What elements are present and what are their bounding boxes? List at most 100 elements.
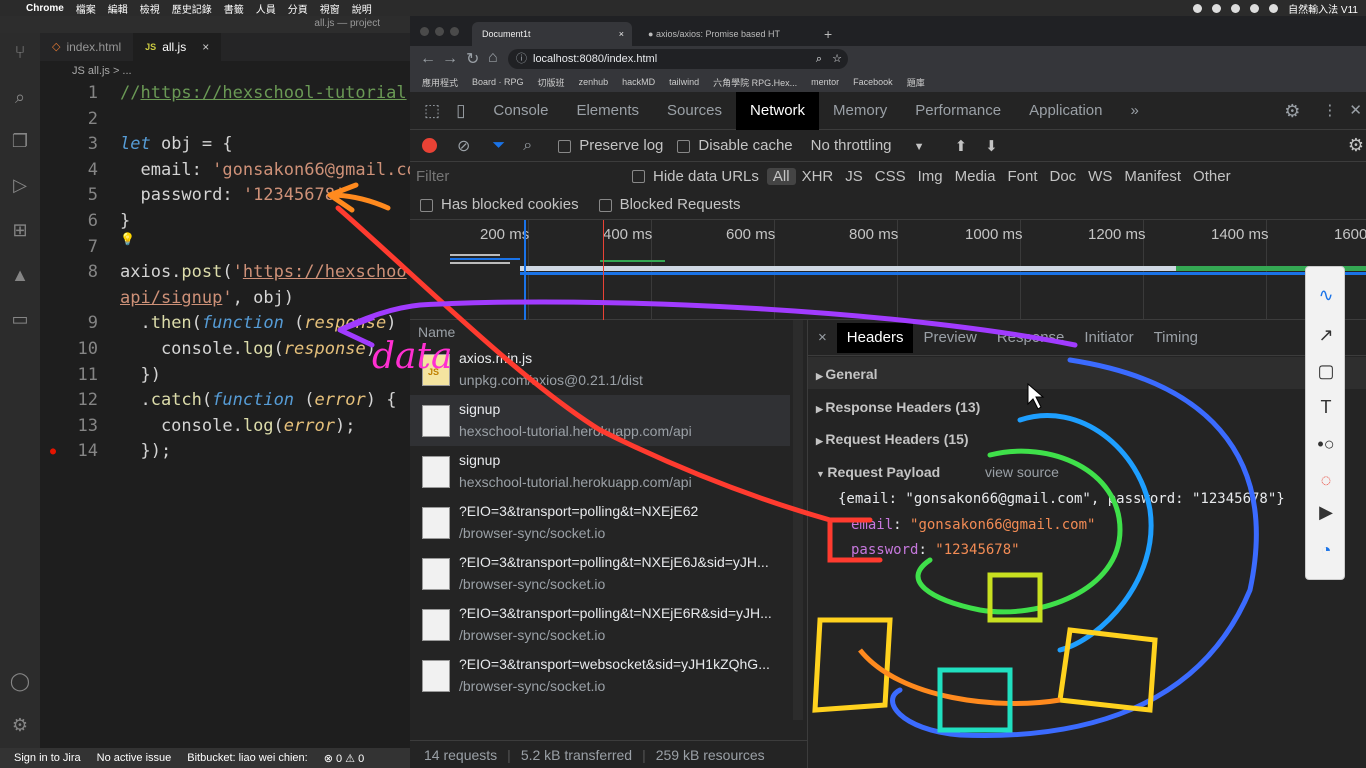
filter-media[interactable]: Media bbox=[949, 168, 1002, 185]
forward-icon[interactable]: → bbox=[442, 50, 458, 68]
close-devtools-icon[interactable]: ✕ bbox=[1345, 92, 1366, 130]
tab-all-js[interactable]: JS all.js × bbox=[133, 33, 222, 61]
blocked-requests-checkbox[interactable]: Blocked Requests bbox=[598, 196, 740, 213]
browser-tab[interactable]: ● axios/axios: Promise based HT bbox=[638, 22, 808, 46]
input-method-label[interactable]: 自然輸入法 V11 bbox=[1288, 1, 1358, 16]
tab-application[interactable]: Application bbox=[1015, 92, 1116, 130]
tab-sources[interactable]: Sources bbox=[653, 92, 736, 130]
timer-icon[interactable]: ◔ bbox=[1316, 540, 1336, 560]
bookmark-hackmd[interactable]: hackMD bbox=[622, 77, 655, 87]
user-icon[interactable] bbox=[1269, 3, 1279, 13]
extensions-row[interactable] bbox=[865, 51, 1355, 67]
remote-icon[interactable]: ▲ bbox=[9, 264, 31, 286]
request-row[interactable]: signup hexschool-tutorial.herokuapp.com/… bbox=[410, 395, 790, 446]
explorer-icon[interactable]: ❐ bbox=[9, 130, 31, 152]
device-toolbar-icon[interactable]: ▯ bbox=[454, 92, 479, 130]
close-tab-icon[interactable]: × bbox=[202, 33, 209, 61]
tab-headers[interactable]: Headers bbox=[836, 322, 914, 353]
tab-console[interactable]: Console bbox=[479, 92, 562, 130]
jira-signin[interactable]: Sign in to Jira bbox=[14, 752, 81, 764]
problems-count[interactable]: ⊗ 0 ⚠ 0 bbox=[324, 752, 365, 765]
rectangle-tool-icon[interactable]: ▢ bbox=[1316, 361, 1336, 381]
zoom-icon[interactable]: ⌕ bbox=[816, 49, 822, 69]
menu-edit[interactable]: 編輯 bbox=[108, 1, 128, 16]
export-har-icon[interactable]: ⬇ bbox=[985, 137, 998, 155]
tab-response[interactable]: Response bbox=[987, 323, 1075, 353]
menu-help[interactable]: 說明 bbox=[352, 1, 372, 16]
filter-ws[interactable]: WS bbox=[1082, 168, 1118, 185]
request-row[interactable]: ?EIO=3&transport=websocket&sid=yJH1kZQhG… bbox=[410, 650, 790, 701]
tab-network[interactable]: Network bbox=[736, 91, 820, 130]
request-row[interactable]: ?EIO=3&transport=polling&t=NXEjE6R&sid=y… bbox=[410, 599, 790, 650]
minimize-window-button[interactable] bbox=[435, 27, 444, 36]
bookmark-star-icon[interactable]: ☆ bbox=[832, 49, 842, 69]
address-bar[interactable]: ⓘ localhost:8080/index.html ⌕ ☆ bbox=[508, 49, 848, 69]
settings-gear-icon[interactable]: ⚙ bbox=[9, 714, 31, 736]
preserve-log-checkbox[interactable]: Preserve log bbox=[558, 137, 663, 154]
menu-people[interactable]: 人員 bbox=[256, 1, 276, 16]
tab-memory[interactable]: Memory bbox=[819, 92, 901, 130]
jira-issue[interactable]: No active issue bbox=[97, 752, 172, 764]
account-icon[interactable]: ◯ bbox=[9, 670, 31, 692]
inspect-element-icon[interactable]: ⬚ bbox=[410, 92, 454, 130]
menu-view[interactable]: 檢視 bbox=[140, 1, 160, 16]
filter-doc[interactable]: Doc bbox=[1043, 168, 1082, 185]
name-column-header[interactable]: Name bbox=[418, 324, 455, 340]
tab-timing[interactable]: Timing bbox=[1144, 323, 1208, 353]
settings-gear-icon[interactable]: ⚙ bbox=[1270, 92, 1314, 130]
request-row[interactable]: JS axios.min.js unpkg.com/axios@0.21.1/d… bbox=[410, 344, 790, 395]
tab-elements[interactable]: Elements bbox=[562, 92, 653, 130]
folder-icon[interactable]: ▭ bbox=[9, 308, 31, 330]
request-row[interactable]: ?EIO=3&transport=polling&t=NXEjE62 /brow… bbox=[410, 497, 790, 548]
filter-img[interactable]: Img bbox=[912, 168, 949, 185]
bookmark-hex[interactable]: 六角學院 RPG.Hex... bbox=[713, 76, 797, 89]
filter-xhr[interactable]: XHR bbox=[796, 168, 840, 185]
section-response-headers[interactable]: ▶ Response Headers (13) bbox=[816, 399, 980, 415]
filter-css[interactable]: CSS bbox=[869, 168, 912, 185]
text-tool-icon[interactable]: T bbox=[1316, 397, 1336, 417]
tab-preview[interactable]: Preview bbox=[913, 323, 986, 353]
bookmark-quiz[interactable]: 題庫 bbox=[907, 76, 925, 89]
filter-other[interactable]: Other bbox=[1187, 168, 1237, 185]
breadcrumb[interactable]: JS all.js > ... bbox=[40, 62, 410, 80]
bookmark-apps[interactable]: 應用程式 bbox=[422, 76, 458, 89]
new-tab-button[interactable]: + bbox=[814, 22, 832, 46]
play-icon[interactable]: ▶ bbox=[1316, 502, 1336, 522]
bookmark-facebook[interactable]: Facebook bbox=[853, 77, 893, 87]
section-request-headers[interactable]: ▶ Request Headers (15) bbox=[816, 431, 969, 447]
filter-manifest[interactable]: Manifest bbox=[1118, 168, 1187, 185]
more-tabs-icon[interactable]: » bbox=[1116, 92, 1152, 130]
bookmark-board[interactable]: Board · RPG bbox=[472, 77, 524, 87]
close-tab-icon[interactable]: × bbox=[619, 22, 624, 46]
search-icon[interactable]: ⌕ bbox=[9, 86, 31, 108]
line-width-icon[interactable]: •○ bbox=[1316, 434, 1336, 454]
back-icon[interactable]: ← bbox=[420, 50, 436, 68]
tab-index-html[interactable]: ◇ index.html bbox=[40, 33, 133, 61]
disable-cache-checkbox[interactable]: Disable cache bbox=[677, 137, 793, 154]
close-window-button[interactable] bbox=[420, 27, 429, 36]
extensions-icon[interactable]: ⊞ bbox=[9, 219, 31, 241]
network-settings-icon[interactable]: ⚙ bbox=[1348, 135, 1364, 156]
import-har-icon[interactable]: ⬆ bbox=[955, 137, 968, 155]
status-icon[interactable] bbox=[1231, 3, 1241, 13]
record-button[interactable] bbox=[422, 138, 437, 153]
maximize-window-button[interactable] bbox=[450, 27, 459, 36]
run-debug-icon[interactable]: ▷ bbox=[9, 174, 31, 196]
bookmark-zenhub[interactable]: zenhub bbox=[579, 77, 609, 87]
pen-tool-icon[interactable]: ∿ bbox=[1316, 285, 1336, 305]
status-icon[interactable] bbox=[1193, 3, 1203, 13]
bitbucket-status[interactable]: Bitbucket: liao wei chien: bbox=[187, 752, 307, 764]
browser-tab-active[interactable]: Document1t × bbox=[472, 22, 632, 46]
menu-tab[interactable]: 分頁 bbox=[288, 1, 308, 16]
filter-js[interactable]: JS bbox=[839, 168, 869, 185]
bookmark-mentor[interactable]: mentor bbox=[811, 77, 839, 87]
reload-icon[interactable]: ↻ bbox=[466, 49, 479, 69]
filter-all[interactable]: All bbox=[766, 167, 796, 185]
menu-window[interactable]: 視窗 bbox=[320, 1, 340, 16]
section-general[interactable]: ▶ General bbox=[816, 366, 878, 382]
blocked-cookies-checkbox[interactable]: Has blocked cookies bbox=[420, 196, 579, 213]
payload-summary[interactable]: {email: "gonsakon66@gmail.com", password… bbox=[838, 491, 1285, 507]
menu-bookmarks[interactable]: 書籤 bbox=[224, 1, 244, 16]
filter-font[interactable]: Font bbox=[1001, 168, 1043, 185]
tab-initiator[interactable]: Initiator bbox=[1074, 323, 1143, 353]
